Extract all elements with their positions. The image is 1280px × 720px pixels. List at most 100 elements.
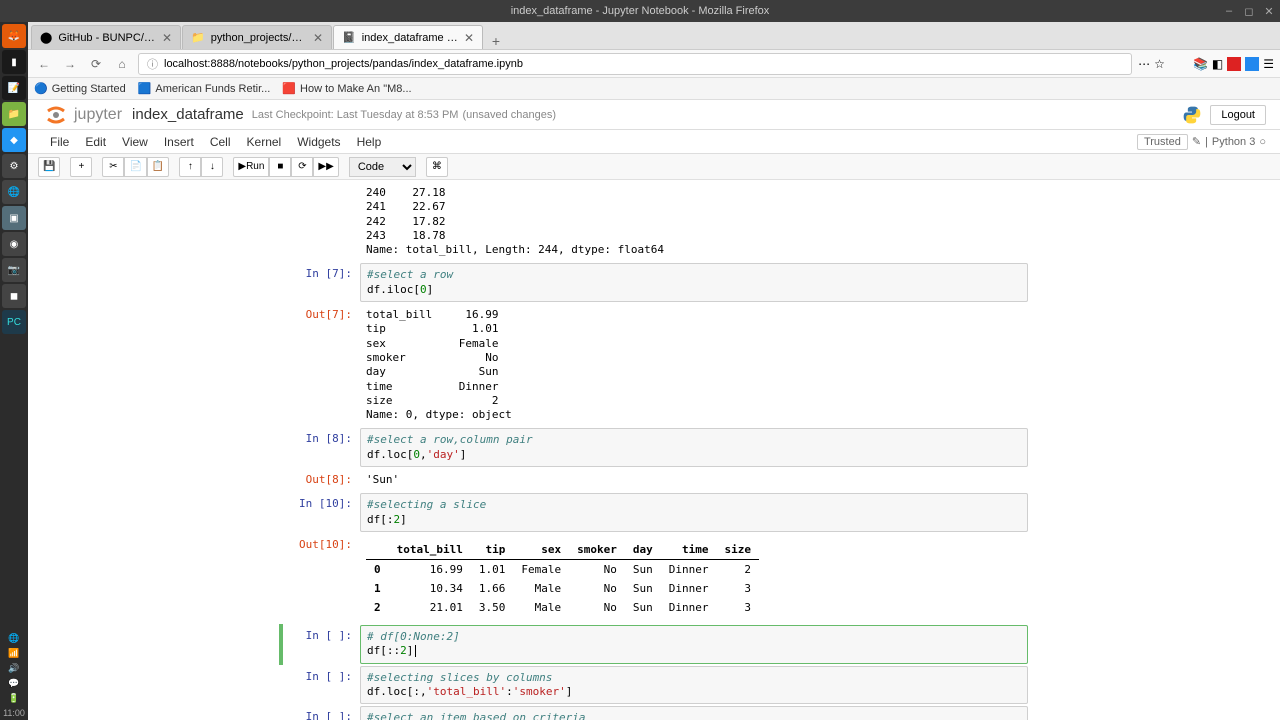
browser-tabs: ⬤ GitHub - BUNPC/Homer3 ✕ 📁 python_proje… bbox=[28, 22, 1280, 50]
menu-kernel[interactable]: Kernel bbox=[239, 135, 290, 149]
menu-view[interactable]: View bbox=[114, 135, 156, 149]
menu-edit[interactable]: Edit bbox=[77, 135, 114, 149]
cut-button[interactable]: ✂ bbox=[102, 157, 124, 177]
dock-indicator2[interactable]: 📶 bbox=[4, 646, 24, 660]
cell-type-select[interactable]: Code bbox=[349, 157, 416, 177]
ext-icon2[interactable] bbox=[1245, 57, 1259, 71]
input-prompt: In [ ]: bbox=[280, 666, 360, 705]
copy-button[interactable]: 📄 bbox=[124, 157, 146, 177]
dock-app7[interactable]: ◼ bbox=[2, 284, 26, 308]
output-cell: Out[10]: total_billtipsexsmokerdaytimesi… bbox=[280, 534, 1028, 623]
move-up-button[interactable]: ↑ bbox=[179, 157, 201, 177]
dock-app2[interactable]: ⚙ bbox=[2, 154, 26, 178]
dock-firefox[interactable]: 🦊 bbox=[2, 24, 26, 48]
input-prompt: In [ ]: bbox=[280, 706, 360, 720]
code-cell[interactable]: In [ ]: #select an item based on criteri… bbox=[280, 706, 1028, 720]
tab-notebook[interactable]: 📓 index_dataframe - Jupyter No ✕ bbox=[333, 25, 483, 49]
code-cell[interactable]: In [8]: #select a row,column pair df.loc… bbox=[280, 428, 1028, 467]
dock-app3[interactable]: 🌐 bbox=[2, 180, 26, 204]
bookmark-m8[interactable]: 🟥 How to Make An "M8... bbox=[282, 82, 411, 95]
close-icon[interactable]: ✕ bbox=[162, 31, 172, 45]
dock-clock[interactable]: 11:00 bbox=[4, 706, 24, 720]
notebook-scroll[interactable]: 240 27.18 241 22.67 242 17.82 243 18.78 … bbox=[28, 180, 1280, 720]
unsaved-text: (unsaved changes) bbox=[462, 109, 556, 121]
tab-github[interactable]: ⬤ GitHub - BUNPC/Homer3 ✕ bbox=[31, 25, 181, 49]
output-cell: Out[8]: 'Sun' bbox=[280, 469, 1028, 491]
output-cell: Out[7]: total_bill 16.99 tip 1.01 sex Fe… bbox=[280, 304, 1028, 426]
sidebar-icon[interactable]: ◧ bbox=[1212, 57, 1223, 71]
notebook-menubar: File Edit View Insert Cell Kernel Widget… bbox=[28, 130, 1280, 154]
add-cell-button[interactable]: + bbox=[70, 157, 92, 177]
github-icon: ⬤ bbox=[40, 31, 52, 44]
dock-indicator4[interactable]: 💬 bbox=[4, 676, 24, 690]
run-button[interactable]: ▶ Run bbox=[233, 157, 269, 177]
dock-app5[interactable]: ◉ bbox=[2, 232, 26, 256]
output-prompt: Out[7]: bbox=[280, 304, 360, 426]
checkpoint-text: Last Checkpoint: Last Tuesday at 8:53 PM bbox=[252, 109, 459, 121]
output-prompt: Out[10]: bbox=[280, 534, 360, 623]
logo-icon: 🔵 bbox=[34, 82, 48, 95]
dock-gedit[interactable]: 📝 bbox=[2, 76, 26, 100]
dock-indicator3[interactable]: 🔊 bbox=[4, 661, 24, 675]
menu-file[interactable]: File bbox=[42, 135, 77, 149]
dock-terminal[interactable]: ▮ bbox=[2, 50, 26, 74]
dock-app1[interactable]: ◆ bbox=[2, 128, 26, 152]
close-icon[interactable]: ✕ bbox=[464, 31, 474, 45]
command-palette-button[interactable]: ⌘ bbox=[426, 157, 448, 177]
code-cell-active[interactable]: In [ ]: # df[0:None:2] df[::2] bbox=[280, 625, 1028, 664]
back-button[interactable]: ← bbox=[34, 54, 54, 74]
jupyter-logo[interactable]: jupyter bbox=[42, 101, 122, 129]
dock-files[interactable]: 📁 bbox=[2, 102, 26, 126]
url-input[interactable]: ⓘ localhost:8888/notebooks/python_projec… bbox=[138, 53, 1132, 75]
kernel-name[interactable]: Python 3 bbox=[1212, 136, 1255, 148]
dataframe-table: total_billtipsexsmokerdaytimesize 016.99… bbox=[366, 540, 759, 617]
notebook-header: jupyter index_dataframe Last Checkpoint:… bbox=[28, 100, 1280, 130]
kernel-status-icon: ○ bbox=[1259, 136, 1266, 148]
window-title: index_dataframe - Jupyter Notebook - Moz… bbox=[511, 5, 770, 17]
home-button[interactable]: ⌂ bbox=[112, 54, 132, 74]
reload-button[interactable]: ⟳ bbox=[86, 54, 106, 74]
restart-button[interactable]: ⟳ bbox=[291, 157, 313, 177]
input-prompt: In [ ]: bbox=[280, 625, 360, 664]
code-cell[interactable]: In [7]: #select a row df.iloc[0] bbox=[280, 263, 1028, 302]
move-down-button[interactable]: ↓ bbox=[201, 157, 223, 177]
library-icon[interactable]: 📚 bbox=[1193, 57, 1208, 71]
tab-pandas[interactable]: 📁 python_projects/pandas/ ✕ bbox=[182, 25, 332, 49]
close-icon[interactable]: ✕ bbox=[313, 31, 323, 45]
paste-button[interactable]: 📋 bbox=[147, 157, 169, 177]
bookmark-getting-started[interactable]: 🔵 Getting Started bbox=[34, 82, 126, 95]
code-cell[interactable]: In [10]: #selecting a slice df[:2] bbox=[280, 493, 1028, 532]
menu-help[interactable]: Help bbox=[349, 135, 390, 149]
trusted-indicator[interactable]: Trusted bbox=[1137, 134, 1188, 150]
text-cursor bbox=[415, 645, 416, 657]
bookmark-star-icon[interactable]: ☆ bbox=[1154, 57, 1165, 71]
desktop-dock: 🦊 ▮ 📝 📁 ◆ ⚙ 🌐 ▣ ◉ 📷 ◼ PC 🌐 📶 🔊 💬 🔋 11:00 bbox=[0, 22, 28, 720]
close-button[interactable]: ✕ bbox=[1262, 4, 1276, 18]
edit-icon[interactable]: ✎ bbox=[1192, 135, 1201, 148]
more-icon[interactable]: ⋯ bbox=[1138, 57, 1150, 71]
code-cell[interactable]: In [ ]: #selecting slices by columns df.… bbox=[280, 666, 1028, 705]
notebook-title[interactable]: index_dataframe bbox=[132, 106, 244, 123]
save-button[interactable]: 💾 bbox=[38, 157, 60, 177]
maximize-button[interactable]: ◻ bbox=[1242, 4, 1256, 18]
dock-indicator5[interactable]: 🔋 bbox=[4, 691, 24, 705]
minimize-button[interactable]: – bbox=[1222, 4, 1236, 18]
menu-icon[interactable]: ☰ bbox=[1263, 57, 1274, 71]
restart-run-button[interactable]: ▶▶ bbox=[313, 157, 338, 177]
dock-app4[interactable]: ▣ bbox=[2, 206, 26, 230]
menu-insert[interactable]: Insert bbox=[156, 135, 202, 149]
url-bar: ← → ⟳ ⌂ ⓘ localhost:8888/notebooks/pytho… bbox=[28, 50, 1280, 78]
menu-widgets[interactable]: Widgets bbox=[289, 135, 348, 149]
new-tab-button[interactable]: + bbox=[484, 33, 508, 49]
dock-pycharm[interactable]: PC bbox=[2, 310, 26, 334]
dock-indicator1[interactable]: 🌐 bbox=[4, 631, 24, 645]
input-prompt: In [8]: bbox=[280, 428, 360, 467]
menu-cell[interactable]: Cell bbox=[202, 135, 239, 149]
stop-button[interactable]: ■ bbox=[269, 157, 291, 177]
notebook-icon: 📓 bbox=[342, 31, 356, 44]
dock-app6[interactable]: 📷 bbox=[2, 258, 26, 282]
forward-button[interactable]: → bbox=[60, 54, 80, 74]
logout-button[interactable]: Logout bbox=[1210, 105, 1266, 125]
ext-icon1[interactable] bbox=[1227, 57, 1241, 71]
bookmark-american-funds[interactable]: 🟦 American Funds Retir... bbox=[138, 82, 271, 95]
